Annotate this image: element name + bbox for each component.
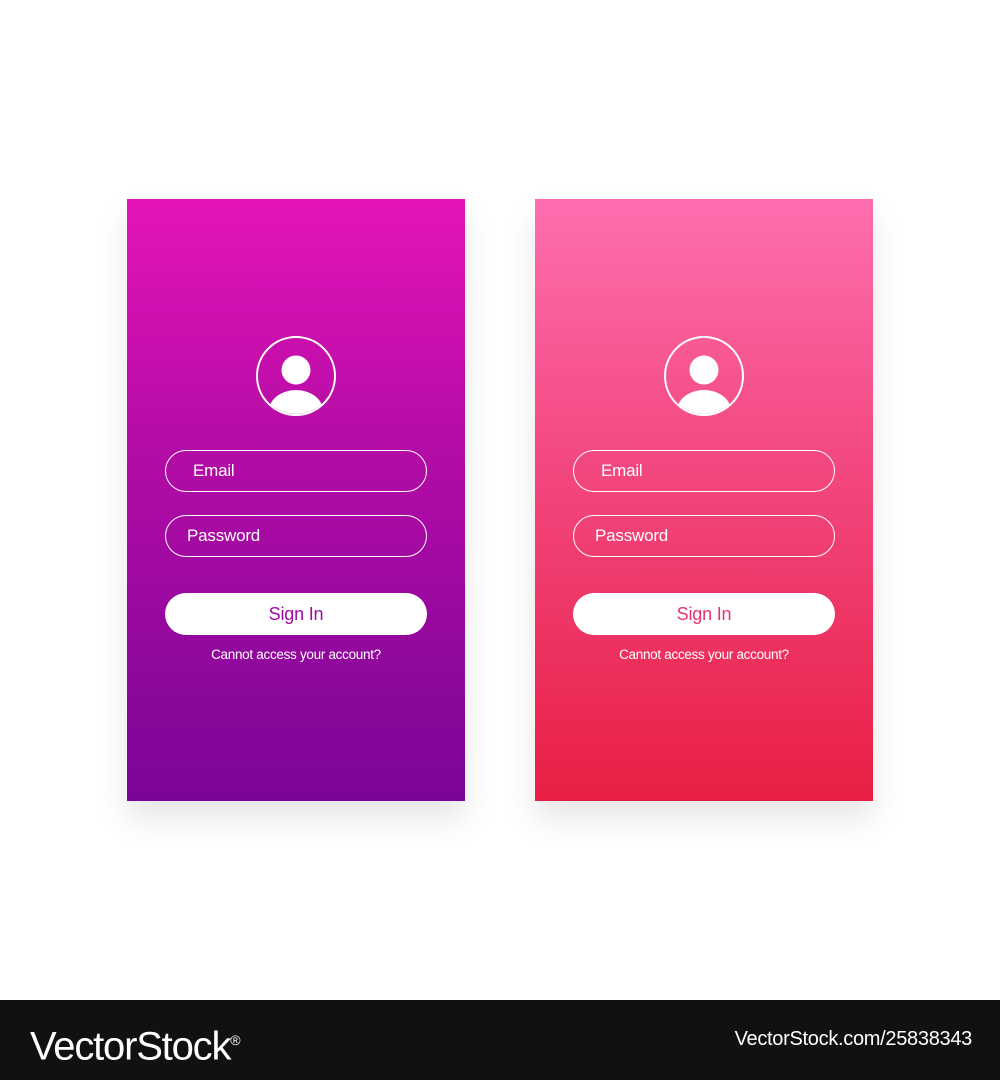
image-id-text: VectorStock.com/25838343 — [734, 1028, 973, 1050]
password-placeholder: Password — [187, 526, 261, 545]
user-avatar-icon — [664, 336, 744, 416]
email-field[interactable]: Email — [165, 450, 427, 492]
email-field[interactable]: Email — [573, 450, 835, 492]
sign-in-button[interactable]: Sign In — [573, 593, 835, 635]
watermark-footer: VectorStock® VectorStock.com/25838343 — [0, 1000, 1000, 1080]
login-screen-pink: Email Password Sign In Cannot access you… — [535, 199, 873, 801]
brand-name: VectorStock — [30, 1024, 231, 1069]
sign-in-button[interactable]: Sign In — [165, 593, 427, 635]
cannot-access-account-link[interactable]: Cannot access your account? — [127, 647, 465, 662]
email-placeholder: Email — [193, 461, 235, 480]
password-field[interactable]: Password — [165, 515, 427, 557]
registered-mark: ® — [230, 1032, 241, 1048]
password-placeholder: Password — [595, 526, 669, 545]
cannot-access-account-link[interactable]: Cannot access your account? — [535, 647, 873, 662]
login-screen-purple: Email Password Sign In Cannot access you… — [127, 199, 465, 801]
password-field[interactable]: Password — [573, 515, 835, 557]
vectorstock-logo: VectorStock® — [30, 1014, 241, 1072]
user-avatar-icon — [256, 336, 336, 416]
email-placeholder: Email — [601, 461, 643, 480]
